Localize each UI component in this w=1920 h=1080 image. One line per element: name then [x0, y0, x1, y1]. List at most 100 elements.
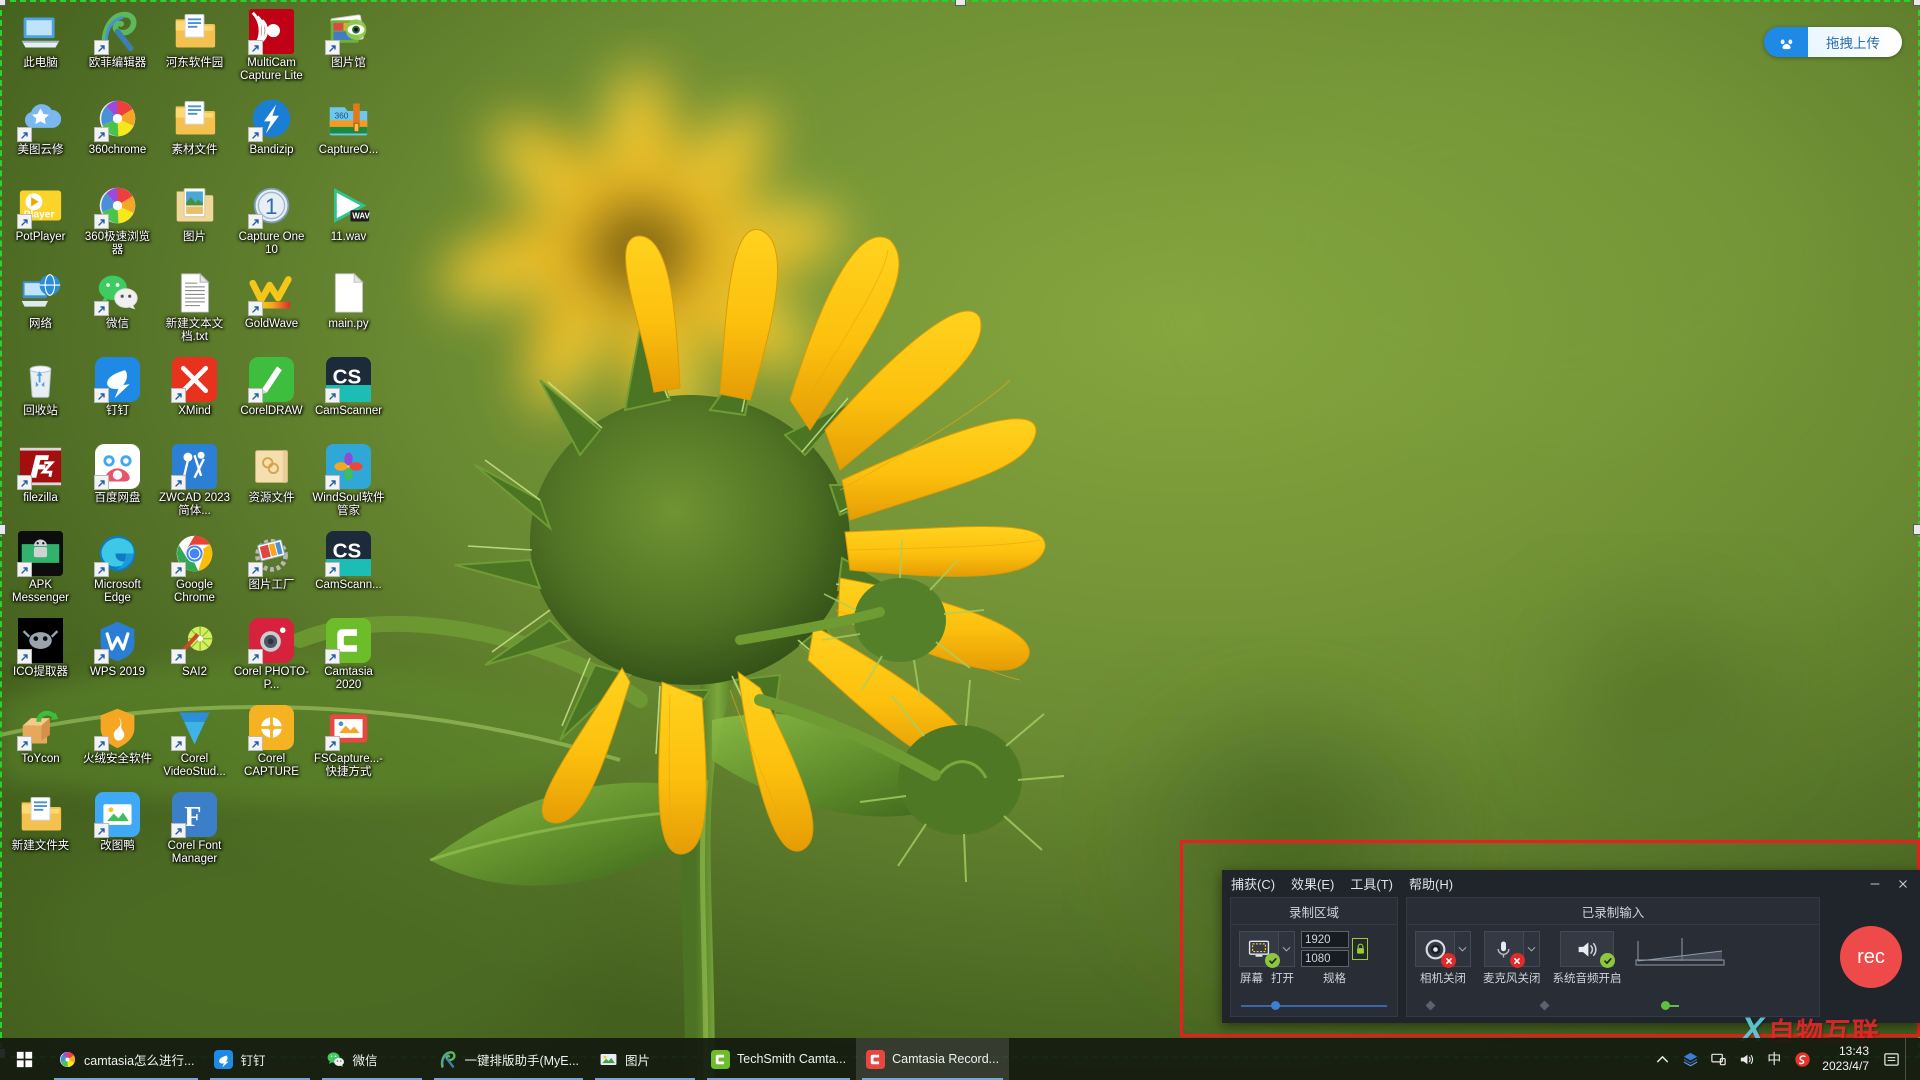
edge-icon	[94, 531, 140, 577]
desktop-icon[interactable]: CS CamScanner	[310, 352, 387, 439]
taskbar-item[interactable]: 一键排版助手(MyE...	[428, 1038, 589, 1080]
desktop-icon[interactable]: GoldWave	[233, 265, 310, 352]
desktop-icon[interactable]: Bandizip	[233, 91, 310, 178]
desktop-icon[interactable]: XMind	[156, 352, 233, 439]
notification-icon[interactable]	[1877, 1038, 1905, 1080]
windows-taskbar[interactable]: camtasia怎么进行... 钉钉 微信 一键排版助手(MyE... 图片 TechSm…	[0, 1038, 1920, 1080]
region-handle-top-right[interactable]	[1913, 0, 1920, 6]
desktop-icon[interactable]: Google Chrome	[156, 526, 233, 613]
screen-dropdown-caret-icon[interactable]	[1279, 931, 1295, 967]
close-icon[interactable]	[1890, 873, 1916, 895]
lock-icon[interactable]	[1352, 938, 1368, 960]
desktop-icon[interactable]: F Corel Font Manager	[156, 787, 233, 874]
windows-start-icon[interactable]	[0, 1038, 48, 1080]
desktop-icon[interactable]: WindSoul软件管家	[310, 439, 387, 526]
recycle-bin-icon	[18, 357, 63, 402]
desktop-icon[interactable]: 图片	[156, 178, 233, 265]
camtasia-recorder-window[interactable]: 捕获(C) 效果(E) 工具(T) 帮助(H) 录制区域 屏幕 打开 1920 …	[1222, 870, 1920, 1023]
taskbar-item[interactable]: 钉钉	[204, 1038, 316, 1080]
desktop-icon[interactable]: 360极速浏览器	[79, 178, 156, 265]
system-audio-control[interactable]: 系统音频开启	[1553, 931, 1622, 986]
desktop-icon[interactable]: 素材文件	[156, 91, 233, 178]
desktop-icon[interactable]: filezilla	[2, 439, 79, 526]
desktop-icon[interactable]: 新建文本文档.txt	[156, 265, 233, 352]
screen-select-control[interactable]: 屏幕 打开	[1239, 931, 1295, 986]
desktop-icon[interactable]: Corel CAPTURE	[233, 700, 310, 787]
desktop-icon[interactable]: Corel PHOTO-P...	[233, 613, 310, 700]
desktop-icon[interactable]: CorelDRAW	[233, 352, 310, 439]
show-desktop-button[interactable]	[1905, 1038, 1914, 1080]
system-tray[interactable]: 中 13:43 2023/4/7	[1648, 1038, 1920, 1080]
camera-control[interactable]: 相机关闭	[1415, 931, 1471, 986]
desktop-icon[interactable]: APK Messenger	[2, 526, 79, 613]
taskbar-item[interactable]: 图片	[589, 1038, 701, 1080]
taskbar-item[interactable]: Camtasia Record...	[856, 1038, 1010, 1080]
sogou-ime-icon[interactable]	[1788, 1038, 1816, 1080]
menu-tools[interactable]: 工具(T)	[1350, 874, 1393, 893]
desktop-icon[interactable]: ICO提取器	[2, 613, 79, 700]
desktop-icon[interactable]: Corel VideoStud...	[156, 700, 233, 787]
desktop-icon[interactable]: WPS 2019	[79, 613, 156, 700]
capture-area-slider[interactable]	[1241, 1001, 1387, 1011]
recorder-menubar[interactable]: 捕获(C) 效果(E) 工具(T) 帮助(H)	[1231, 874, 1453, 893]
desktop-icon[interactable]: 图片工厂	[233, 526, 310, 613]
shortcut-arrow-icon	[94, 475, 109, 490]
microphone-control[interactable]: 麦克风关闭	[1483, 931, 1541, 986]
desktop-icon[interactable]: 1 Capture One 10	[233, 178, 310, 265]
desktop-icon[interactable]: 火绒安全软件	[79, 700, 156, 787]
desktop-icon[interactable]: 百度网盘	[79, 439, 156, 526]
desktop-icon[interactable]: 欧菲编辑器	[79, 4, 156, 91]
rec-button[interactable]: rec	[1840, 926, 1902, 988]
desktop-icon[interactable]: 微信	[79, 265, 156, 352]
microphone-toggle-button[interactable]	[1483, 931, 1525, 968]
capture-height-input[interactable]	[1301, 950, 1349, 967]
desktop-icon[interactable]: 改图鸭	[79, 787, 156, 874]
taskbar-item[interactable]: camtasia怎么进行...	[48, 1038, 204, 1080]
region-handle-mid-right[interactable]	[1913, 524, 1920, 535]
desktop-icon[interactable]: 图片馆	[310, 4, 387, 91]
desktop-icon[interactable]: 钉钉	[79, 352, 156, 439]
desktop-icon[interactable]: WAV 11.wav	[310, 178, 387, 265]
desktop-icon[interactable]: 回收站	[2, 352, 79, 439]
chevron-up-icon[interactable]	[1648, 1038, 1676, 1080]
desktop-icon[interactable]: 此电脑	[2, 4, 79, 91]
desktop-icon[interactable]: 河东软件园	[156, 4, 233, 91]
desktop-icon[interactable]: ToYcon	[2, 700, 79, 787]
system-audio-toggle-button[interactable]	[1560, 931, 1615, 968]
microphone-dropdown-caret-icon[interactable]	[1523, 931, 1540, 967]
taskbar-item[interactable]: 微信	[316, 1038, 428, 1080]
minimize-icon[interactable]	[1862, 873, 1888, 895]
camera-toggle-button[interactable]	[1415, 931, 1456, 968]
inputs-slider-row[interactable]	[1417, 1000, 1809, 1011]
desktop-icon[interactable]: ZWCAD 2023 简体...	[156, 439, 233, 526]
taskbar-item[interactable]: TechSmith Camta...	[701, 1038, 856, 1080]
desktop-icon[interactable]: MultiCam Capture Lite	[233, 4, 310, 91]
camera-dropdown-caret-icon[interactable]	[1455, 931, 1471, 967]
desktop-icon[interactable]: 资源文件	[233, 439, 310, 526]
volume-icon[interactable]	[1732, 1038, 1760, 1080]
region-handle-top-center[interactable]	[955, 0, 966, 6]
desktop-icon[interactable]: FSCapture...-快捷方式	[310, 700, 387, 787]
desktop-icon[interactable]: 360chrome	[79, 91, 156, 178]
dimension-control[interactable]: 规格	[1301, 931, 1368, 986]
fullscreen-select-button[interactable]	[1239, 931, 1280, 968]
desktop-icon[interactable]: 网络	[2, 265, 79, 352]
desktop-icon[interactable]: Player PotPlayer	[2, 178, 79, 265]
menu-effects[interactable]: 效果(E)	[1291, 874, 1334, 893]
desktop-icon[interactable]: CS CamScann...	[310, 526, 387, 613]
baidu-netdisk-drag-upload-widget[interactable]: 拖拽上传	[1764, 27, 1902, 57]
desktop-icon[interactable]: 新建文件夹	[2, 787, 79, 874]
taskbar-clock[interactable]: 13:43 2023/4/7	[1816, 1038, 1877, 1080]
desktop-icon[interactable]: main.py	[310, 265, 387, 352]
box-icon[interactable]	[1676, 1038, 1704, 1080]
desktop-icon[interactable]: 美图云修	[2, 91, 79, 178]
ime-icon[interactable]: 中	[1760, 1038, 1788, 1080]
desktop-icon[interactable]: SAI2	[156, 613, 233, 700]
desktop-icon[interactable]: Microsoft Edge	[79, 526, 156, 613]
menu-help[interactable]: 帮助(H)	[1409, 874, 1453, 893]
desktop-icon[interactable]: Camtasia 2020	[310, 613, 387, 700]
network-icon[interactable]	[1704, 1038, 1732, 1080]
capture-width-input[interactable]	[1301, 931, 1349, 948]
menu-capture[interactable]: 捕获(C)	[1231, 874, 1275, 893]
desktop-icon[interactable]: 360 CaptureO...	[310, 91, 387, 178]
